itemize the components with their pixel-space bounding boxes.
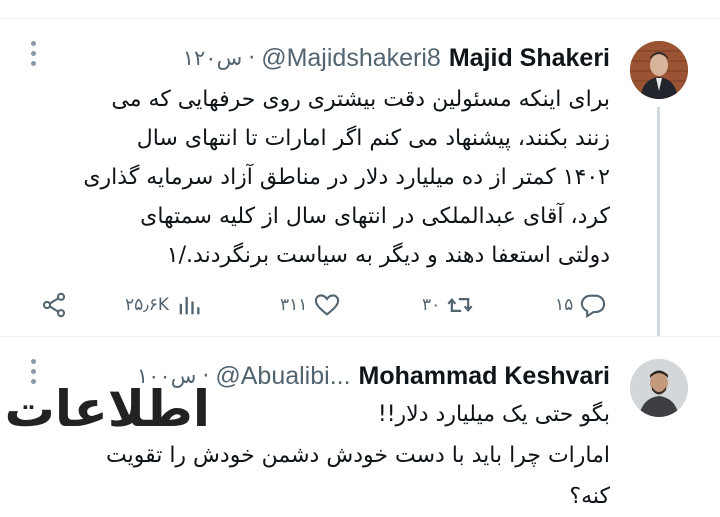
author-name[interactable]: Mohammad Keshvari xyxy=(359,362,610,391)
tweet-header: Majid Shakeri @Majidshakeri8 · ۱۲۰س xyxy=(183,41,610,75)
avatar[interactable] xyxy=(630,359,688,417)
more-icon[interactable] xyxy=(26,39,40,69)
tweet-text-line: امارات چرا باید با دست خودش دشمن خودش را… xyxy=(105,443,610,468)
share-icon xyxy=(42,292,66,318)
heart-icon xyxy=(315,294,340,316)
thread-line xyxy=(657,107,660,336)
share-button[interactable] xyxy=(40,287,68,323)
retweet-icon xyxy=(447,298,473,312)
tweet-text-line: زنند بکنند، پیشنهاد می کنم اگر امارات تا… xyxy=(136,126,610,151)
avatar-photo xyxy=(630,41,688,99)
likes-count: ۳۱۱ xyxy=(280,295,308,315)
retweet-button[interactable]: ۳۰ xyxy=(422,287,474,323)
author-handle[interactable]: @Majidshakeri8 xyxy=(261,44,441,73)
separator-dot: · xyxy=(248,45,256,71)
timestamp[interactable]: ۱۲۰س xyxy=(183,46,242,70)
views-count: ۲۵٫۶K xyxy=(125,295,170,315)
avatar-photo xyxy=(630,359,688,417)
tweet-actions: ۲۵٫۶K ۳۱۱ ۳۰ ۱۵ xyxy=(40,287,615,323)
like-button[interactable]: ۳۱۱ xyxy=(280,287,341,323)
replies-count: ۱۵ xyxy=(555,295,574,315)
reply-button[interactable]: ۱۵ xyxy=(555,287,607,323)
top-divider xyxy=(0,0,720,19)
author-name[interactable]: Majid Shakeri xyxy=(449,44,610,73)
reply-icon xyxy=(581,294,606,318)
tweet-text-line: کرد، آقای عبدالملکی در انتهای سال از کلی… xyxy=(140,204,610,229)
author-handle[interactable]: @Abualibi... xyxy=(215,362,350,391)
watermark-logo: اطلاعات xyxy=(4,380,210,438)
avatar[interactable] xyxy=(630,41,688,99)
tweet-text-line: برای اینکه مسئولین دقت بیشتری روی حرفهای… xyxy=(111,87,610,112)
tweet-text-line: دولتی استعفا دهند و دیگر به سیاست برنگرد… xyxy=(166,243,610,268)
tweet[interactable]: Majid Shakeri @Majidshakeri8 · ۱۲۰س برای… xyxy=(0,19,720,337)
tweet-text: برای اینکه مسئولین دقت بیشتری روی حرفهای… xyxy=(25,80,610,275)
tweet-text-line: ۱۴۰۲ کمتر از ده میلیارد دلار در مناطق آز… xyxy=(83,165,610,190)
retweets-count: ۳۰ xyxy=(422,295,441,315)
tweet-text-line: کنه؟ xyxy=(569,484,610,509)
views-icon xyxy=(179,296,200,315)
views-button[interactable]: ۲۵٫۶K xyxy=(125,287,203,323)
